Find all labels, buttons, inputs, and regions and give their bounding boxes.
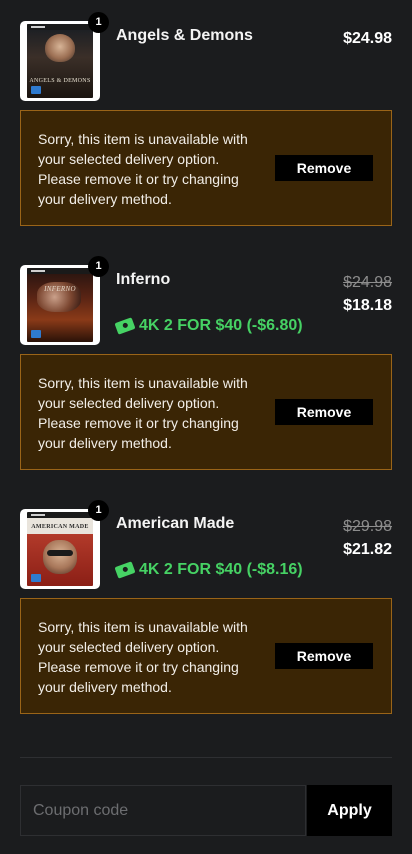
notice-text: Sorry, this item is unavailable with you…	[38, 619, 248, 695]
cover-banner	[27, 24, 93, 30]
product-thumbnail[interactable]: AMERICAN MADE	[20, 509, 100, 589]
cover-title: ANGELS & DEMONS	[29, 78, 91, 84]
unavailable-notice: Sorry, this item is unavailable with you…	[20, 598, 392, 714]
promo-label[interactable]: 4K 2 FOR $40 (-$8.16)	[114, 561, 303, 579]
coupon-code-input[interactable]	[20, 785, 306, 836]
current-price: $18.18	[343, 297, 392, 314]
original-price: $24.98	[343, 274, 392, 291]
cover-banner	[27, 268, 93, 274]
rating-badge-icon	[31, 86, 41, 94]
unavailable-notice: Sorry, this item is unavailable with you…	[20, 354, 392, 470]
section-divider	[20, 757, 392, 758]
rating-badge-icon	[31, 574, 41, 582]
promo-text: 4K 2 FOR $40 (-$8.16)	[139, 561, 303, 578]
dvd-cover-image: INFERNO	[27, 268, 93, 342]
promo-text: 4K 2 FOR $40 (-$6.80)	[139, 317, 303, 334]
product-thumbnail[interactable]: ANGELS & DEMONS	[20, 21, 100, 101]
apply-coupon-button[interactable]: Apply	[307, 785, 392, 836]
product-title[interactable]: Angels & Demons	[116, 27, 253, 45]
remove-button[interactable]: Remove	[275, 155, 373, 181]
cart-item: AMERICAN MADE 1 American Made $29.98 $21…	[20, 500, 392, 714]
quantity-badge: 1	[88, 500, 109, 521]
ticket-icon	[114, 317, 136, 335]
product-title[interactable]: American Made	[116, 515, 234, 533]
price-block: $24.98 $18.18	[343, 271, 392, 317]
ticket-icon	[114, 561, 136, 579]
promo-label[interactable]: 4K 2 FOR $40 (-$6.80)	[114, 317, 303, 335]
remove-button[interactable]: Remove	[275, 643, 373, 669]
original-price: $29.98	[343, 518, 392, 535]
cover-title: AMERICAN MADE	[31, 524, 89, 530]
cover-banner	[27, 512, 93, 518]
remove-button[interactable]: Remove	[275, 399, 373, 425]
unavailable-notice: Sorry, this item is unavailable with you…	[20, 110, 392, 226]
quantity-badge: 1	[88, 256, 109, 277]
dvd-cover-image: AMERICAN MADE	[27, 512, 93, 586]
dvd-cover-image: ANGELS & DEMONS	[27, 24, 93, 98]
quantity-badge: 1	[88, 12, 109, 33]
cover-artwork	[45, 34, 75, 62]
cart-item: ANGELS & DEMONS 1 Angels & Demons $24.98…	[20, 12, 392, 226]
cover-artwork-detail	[47, 550, 73, 556]
price-block: $29.98 $21.82	[343, 515, 392, 561]
cover-title: INFERNO	[44, 285, 76, 293]
cart-item: INFERNO 1 Inferno $24.98 $18.18 4K 2 FOR…	[20, 256, 392, 470]
current-price: $24.98	[343, 30, 392, 47]
notice-text: Sorry, this item is unavailable with you…	[38, 375, 248, 451]
rating-badge-icon	[31, 330, 41, 338]
current-price: $21.82	[343, 541, 392, 558]
notice-text: Sorry, this item is unavailable with you…	[38, 131, 248, 207]
price-block: $24.98	[343, 27, 392, 50]
product-thumbnail[interactable]: INFERNO	[20, 265, 100, 345]
product-title[interactable]: Inferno	[116, 271, 170, 289]
cover-artwork	[43, 540, 77, 574]
